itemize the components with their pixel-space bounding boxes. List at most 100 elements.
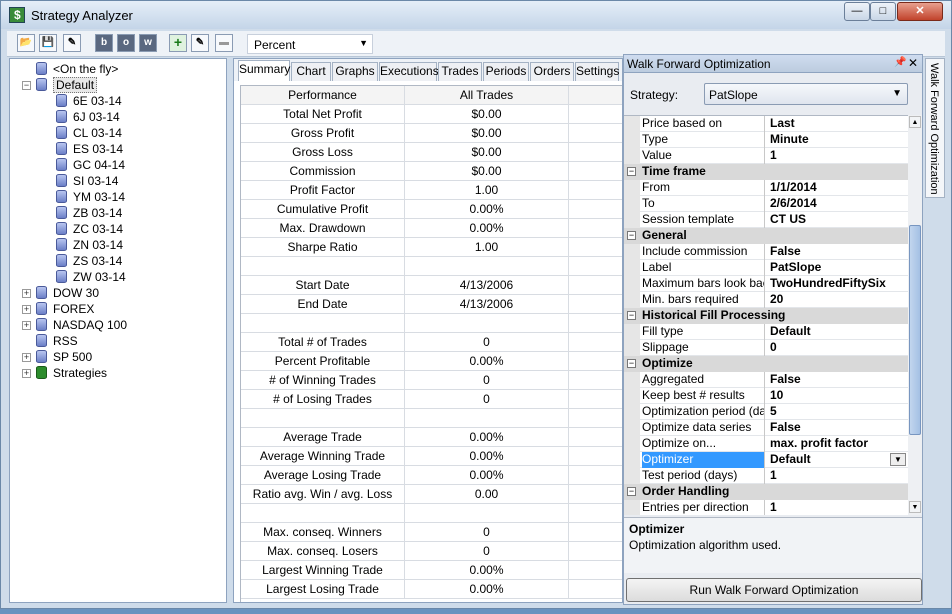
tab-executions[interactable]: Executions — [379, 62, 439, 81]
property-value[interactable]: PatSlope — [770, 260, 906, 276]
property-value[interactable]: 20 — [770, 292, 906, 308]
pin-icon[interactable]: 📌 — [894, 57, 906, 68]
edit-icon[interactable]: ✎ — [191, 34, 209, 52]
property-row[interactable]: Keep best # results 10 — [624, 388, 908, 404]
tree-item-instrument[interactable]: ES 03-14 — [56, 141, 123, 157]
category-row[interactable]: − Time frame — [624, 164, 908, 180]
collapse-icon[interactable]: − — [627, 359, 636, 368]
property-row[interactable]: Optimize data series False — [624, 420, 908, 436]
property-row[interactable]: Type Minute — [624, 132, 908, 148]
remove-icon[interactable]: ▬ — [215, 34, 233, 52]
tree-item-instrument[interactable]: GC 04-14 — [56, 157, 125, 173]
collapse-icon[interactable]: − — [627, 231, 636, 240]
property-row[interactable]: Entries per direction 1 — [624, 500, 908, 515]
property-value[interactable]: Default — [770, 324, 906, 340]
property-value[interactable]: 5 — [770, 404, 906, 420]
tab-settings[interactable]: Settings — [575, 62, 619, 81]
tree-item-instrument[interactable]: CL 03-14 — [56, 125, 122, 141]
category-row[interactable]: − Optimize — [624, 356, 908, 372]
minimize-button[interactable]: — — [844, 2, 870, 21]
expand-icon[interactable]: + — [22, 321, 31, 330]
tab-trades[interactable]: Trades — [438, 62, 482, 81]
property-row[interactable]: Session template CT US — [624, 212, 908, 228]
property-row[interactable]: Min. bars required 20 — [624, 292, 908, 308]
tab-chart[interactable]: Chart — [291, 62, 331, 81]
property-value[interactable]: False — [770, 244, 906, 260]
collapse-icon[interactable]: − — [627, 487, 636, 496]
property-row[interactable]: Aggregated False — [624, 372, 908, 388]
tree-item-strategies[interactable]: Strategies — [36, 365, 107, 381]
walk-forward-button[interactable]: w — [139, 34, 157, 52]
property-row[interactable]: Optimize on... max. profit factor — [624, 436, 908, 452]
strategy-select[interactable]: PatSlope ▼ — [704, 83, 908, 105]
tree-item-instrument[interactable]: ZC 03-14 — [56, 221, 123, 237]
property-value[interactable]: 1 — [770, 468, 906, 484]
close-window-button[interactable]: ✕ — [897, 2, 943, 21]
property-row[interactable]: Optimization period (days) 5 — [624, 404, 908, 420]
property-row[interactable]: Value 1 — [624, 148, 908, 164]
property-row[interactable]: Price based on Last — [624, 116, 908, 132]
property-row[interactable]: Optimizer Default ▼ — [624, 452, 908, 468]
tree-item-instrument[interactable]: ZB 03-14 — [56, 205, 122, 221]
collapse-icon[interactable]: − — [627, 167, 636, 176]
property-value[interactable]: 0 — [770, 340, 906, 356]
property-value[interactable]: CT US — [770, 212, 906, 228]
scroll-down-icon[interactable]: ▼ — [909, 501, 921, 513]
property-value[interactable]: Last — [770, 116, 906, 132]
comment-icon[interactable]: ✎ — [63, 34, 81, 52]
property-row[interactable]: To 2/6/2014 — [624, 196, 908, 212]
tree-item-instrument[interactable]: ZW 03-14 — [56, 269, 126, 285]
expand-icon[interactable]: + — [22, 305, 31, 314]
property-value[interactable]: 1 — [770, 148, 906, 164]
property-value[interactable]: Minute — [770, 132, 906, 148]
tree-item-instrument[interactable]: ZN 03-14 — [56, 237, 123, 253]
property-row[interactable]: Test period (days) 1 — [624, 468, 908, 484]
property-row[interactable]: Slippage 0 — [624, 340, 908, 356]
tree-item-instrument[interactable]: SI 03-14 — [56, 173, 118, 189]
property-row[interactable]: Label PatSlope — [624, 260, 908, 276]
save-icon[interactable]: 💾 — [39, 34, 57, 52]
tree-item-list[interactable]: DOW 30 — [36, 285, 99, 301]
tree-item-on-the-fly[interactable]: <On the fly> — [36, 61, 118, 77]
maximize-button[interactable]: □ — [870, 2, 896, 21]
property-value[interactable]: 10 — [770, 388, 906, 404]
property-row[interactable]: Fill type Default — [624, 324, 908, 340]
expand-icon[interactable]: + — [22, 353, 31, 362]
tab-periods[interactable]: Periods — [483, 62, 529, 81]
category-row[interactable]: − Order Handling — [624, 484, 908, 500]
tree-item-default[interactable]: Default — [36, 77, 98, 93]
category-row[interactable]: − Historical Fill Processing — [624, 308, 908, 324]
property-scrollbar[interactable]: ▲ ▼ — [908, 115, 922, 515]
instrument-tree[interactable]: <On the fly> Default − 6E 03-14 6J 03-14 CL 0… — [9, 58, 227, 603]
run-walk-forward-button[interactable]: Run Walk Forward Optimization — [626, 578, 922, 602]
property-value[interactable]: False — [770, 420, 906, 436]
open-folder-icon[interactable]: 📂 — [17, 34, 35, 52]
scroll-thumb[interactable] — [909, 225, 921, 435]
tree-item-sp500[interactable]: SP 500 — [36, 349, 92, 365]
property-value[interactable]: Default — [770, 452, 906, 468]
tree-item-rss[interactable]: RSS — [36, 333, 78, 349]
property-value[interactable]: TwoHundredFiftySix — [770, 276, 906, 292]
property-value[interactable]: max. profit factor — [770, 436, 906, 452]
optimize-button[interactable]: o — [117, 34, 135, 52]
display-unit-select[interactable]: Percent ▼ — [247, 34, 373, 54]
expand-icon[interactable]: + — [22, 289, 31, 298]
property-grid[interactable]: Price based on Last Type Minute Value 1− Time … — [624, 115, 908, 515]
tree-item-list[interactable]: FOREX — [36, 301, 94, 317]
chevron-down-icon[interactable]: ▼ — [890, 453, 906, 466]
scroll-up-icon[interactable]: ▲ — [909, 116, 921, 128]
property-value[interactable]: 1/1/2014 — [770, 180, 906, 196]
property-value[interactable]: 1 — [770, 500, 906, 515]
tree-item-instrument[interactable]: 6E 03-14 — [56, 93, 122, 109]
close-icon[interactable]: ✕ — [908, 56, 918, 70]
property-row[interactable]: Include commission False — [624, 244, 908, 260]
property-row[interactable]: From 1/1/2014 — [624, 180, 908, 196]
property-row[interactable]: Maximum bars look back TwoHundredFiftySix — [624, 276, 908, 292]
tree-item-instrument[interactable]: 6J 03-14 — [56, 109, 120, 125]
property-value[interactable]: False — [770, 372, 906, 388]
category-row[interactable]: − General — [624, 228, 908, 244]
tab-graphs[interactable]: Graphs — [332, 62, 378, 81]
tree-item-instrument[interactable]: ZS 03-14 — [56, 253, 122, 269]
tree-item-list[interactable]: NASDAQ 100 — [36, 317, 127, 333]
add-icon[interactable]: + — [169, 34, 187, 52]
